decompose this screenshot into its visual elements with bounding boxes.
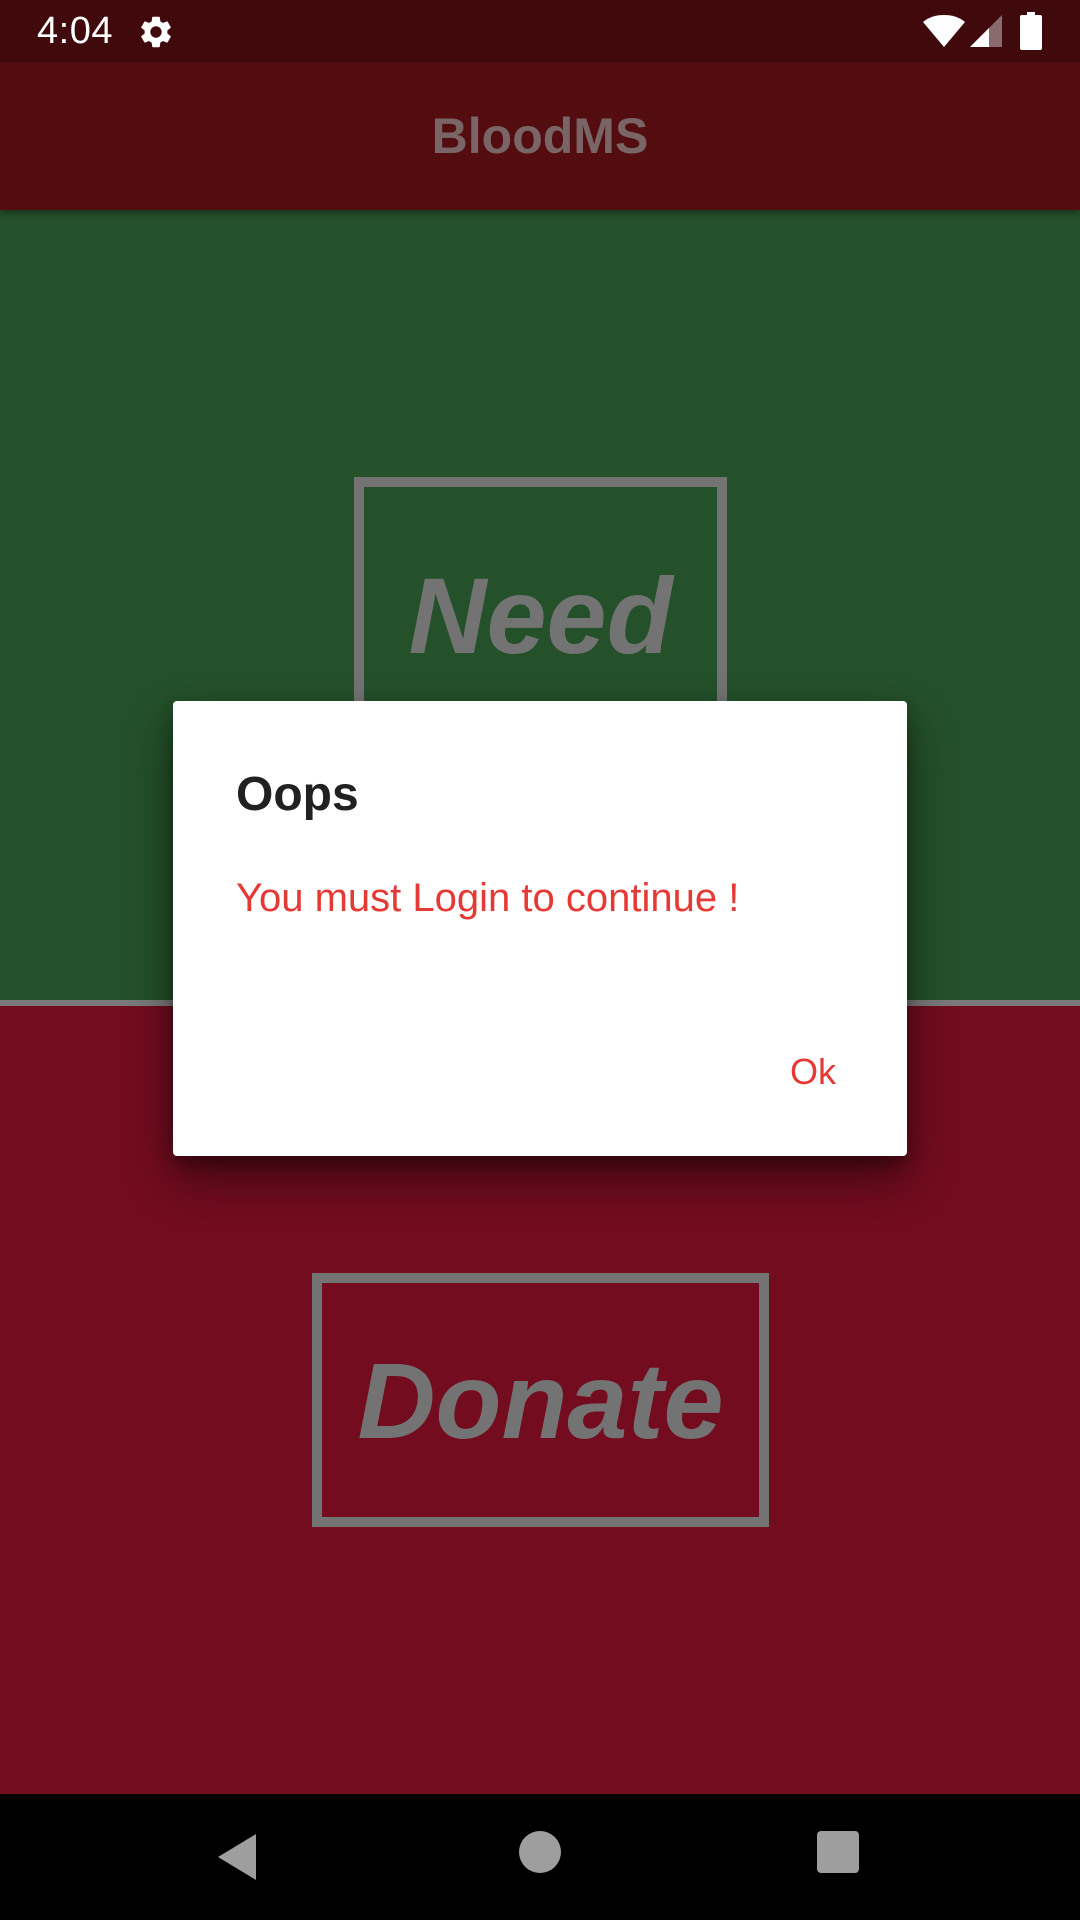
- wifi-icon: [923, 15, 965, 47]
- need-button[interactable]: Need: [354, 477, 727, 727]
- dialog-title: Oops: [236, 768, 359, 821]
- app-title: BloodMS: [431, 108, 649, 164]
- gear-icon: [141, 16, 171, 48]
- navigation-bar: [0, 1794, 1080, 1920]
- need-button-label: Need: [408, 555, 673, 676]
- donate-button-label: Donate: [357, 1339, 724, 1461]
- alert-dialog: Oops You must Login to continue ! Ok: [173, 701, 907, 1156]
- status-time: 4:04: [37, 10, 113, 52]
- donate-button[interactable]: Donate: [312, 1273, 769, 1527]
- back-icon[interactable]: [214, 1832, 262, 1882]
- signal-icon: [970, 15, 1002, 47]
- app-bar: BloodMS: [0, 62, 1080, 210]
- screen: 4:04 BloodMS Need Donate Oops You must L…: [0, 0, 1080, 1920]
- ok-button[interactable]: Ok: [782, 1047, 844, 1097]
- status-bar: 4:04: [0, 0, 1080, 62]
- recents-icon[interactable]: [817, 1831, 859, 1873]
- home-icon[interactable]: [519, 1831, 561, 1873]
- battery-icon: [1020, 12, 1042, 50]
- dialog-message: You must Login to continue !: [236, 876, 740, 920]
